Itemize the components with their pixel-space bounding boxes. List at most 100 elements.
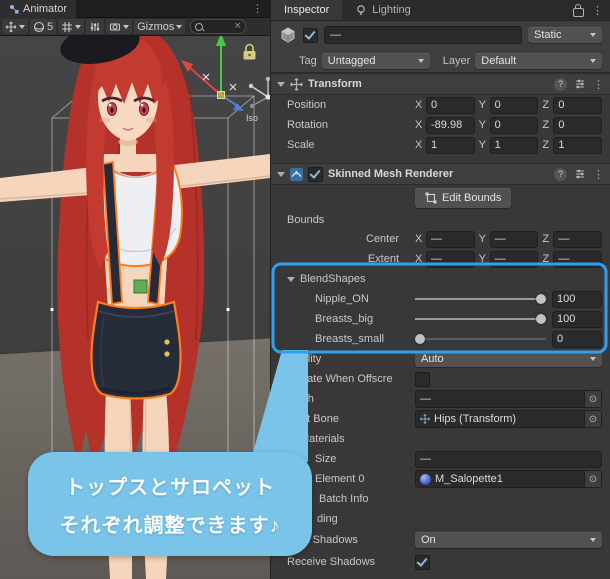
center-z-field[interactable]: — (553, 230, 603, 248)
blendshape-row-breasts-small: Breasts_small 0 (271, 329, 610, 349)
rotation-z-field[interactable]: 0 (553, 116, 603, 134)
active-checkbox[interactable] (303, 27, 318, 43)
rotation-y-field[interactable]: 0 (489, 116, 539, 134)
gizmos-label: Gizmos (137, 20, 175, 33)
foldout-arrow-icon[interactable] (277, 81, 285, 87)
size-field[interactable]: — (415, 450, 602, 468)
position-z-field[interactable]: 0 (553, 96, 603, 114)
object-picker-icon[interactable]: ⊙ (584, 411, 601, 427)
foldout-arrow-icon[interactable] (277, 171, 285, 177)
axis-x-label: X (415, 253, 423, 265)
gizmos-dropdown[interactable]: Gizmos (134, 19, 186, 34)
draw-mode-button[interactable] (2, 19, 28, 34)
slider-thumb[interactable] (536, 314, 546, 324)
position-y-field[interactable]: 0 (489, 96, 539, 114)
blendshape-value-field[interactable]: 100 (552, 290, 602, 308)
bounds-center-row: Center X — Y — Z — (271, 229, 610, 249)
tag-dropdown[interactable]: Untagged (321, 52, 430, 69)
tab-lighting-label: Lighting (372, 4, 411, 16)
quality-value: Auto (421, 353, 444, 365)
component-menu-icon[interactable]: ⋮ (593, 78, 604, 91)
tab-lighting[interactable]: Lighting (342, 0, 424, 20)
edit-bounds-button[interactable]: Edit Bounds (415, 188, 512, 208)
blendshape-value-field[interactable]: 100 (552, 310, 602, 328)
anchor-gizmo[interactable] (133, 279, 148, 294)
blendshapes-foldout-row[interactable]: BlendShapes (271, 269, 610, 289)
foldout-arrow-icon[interactable] (287, 276, 295, 282)
component-enabled-checkbox[interactable] (308, 166, 323, 182)
slider-fill (415, 318, 546, 320)
blendshape-value-field[interactable]: 0 (552, 330, 602, 348)
update-when-offscreen-checkbox[interactable] (415, 371, 430, 387)
caret-down-icon (123, 24, 130, 29)
tab-inspector[interactable]: Inspector (271, 0, 343, 20)
object-picker-icon[interactable]: ⊙ (584, 391, 601, 407)
tag-label: Tag (299, 54, 317, 67)
inspector-lock-icon[interactable] (573, 3, 584, 17)
scene-search-input[interactable]: × (190, 19, 247, 34)
axis-z-label: Z (542, 253, 550, 265)
blendshape-label: Breasts_big (315, 313, 374, 325)
extent-y-field[interactable]: — (489, 250, 539, 268)
extent-x-field[interactable]: — (426, 250, 475, 268)
shading-count-button[interactable]: 5 (30, 19, 57, 34)
gameobject-cube-icon (281, 27, 295, 43)
layer-dropdown[interactable]: Default (475, 52, 602, 69)
element0-object-field[interactable]: M_Salopette1 ⊙ (415, 470, 602, 488)
skinned-mesh-renderer-header[interactable]: Skinned Mesh Renderer ? ⋮ (271, 163, 610, 185)
tab-animator[interactable]: Animator (0, 0, 77, 18)
extent-z-field[interactable]: — (553, 250, 603, 268)
root-bone-object-field[interactable]: Hips (Transform) ⊙ (415, 410, 602, 428)
materials-foldout-row[interactable]: Materials (271, 429, 610, 449)
scene-toolbar: 5 Gizmos × (0, 18, 270, 36)
blendshape-slider[interactable] (415, 291, 546, 307)
clear-search-icon[interactable]: × (234, 22, 242, 31)
inspector-tab-bar: Inspector Lighting ⋮ (271, 0, 610, 21)
position-label: Position (287, 99, 327, 111)
inspector-menu-icon[interactable]: ⋮ (592, 4, 603, 17)
scale-z-field[interactable]: 1 (553, 136, 603, 154)
update-when-offscreen-label: Update When Offscre (287, 373, 393, 385)
mesh-label: Mesh (287, 393, 314, 405)
camera-button[interactable] (106, 19, 133, 34)
object-picker-icon[interactable]: ⊙ (584, 471, 601, 487)
blendshape-slider[interactable] (415, 311, 546, 327)
center-x-field[interactable]: — (426, 230, 475, 248)
blendshape-slider[interactable] (415, 331, 546, 347)
quality-dropdown[interactable]: Auto (415, 351, 602, 367)
layer-value: Default (481, 54, 517, 67)
slider-thumb[interactable] (536, 294, 546, 304)
rotation-row: Rotation X -89.98 Y0 Z0 (271, 115, 610, 135)
receive-shadows-checkbox[interactable] (415, 554, 430, 570)
presets-icon[interactable] (574, 78, 586, 90)
axis-z-label: Z (542, 99, 550, 111)
static-dropdown[interactable]: Static (528, 27, 602, 43)
scale-y-field[interactable]: 1 (489, 136, 539, 154)
help-icon[interactable]: ? (554, 167, 567, 181)
component-menu-icon[interactable]: ⋮ (593, 168, 604, 181)
bounds-label: Bounds (287, 214, 325, 226)
transform-header[interactable]: Transform ? ⋮ (271, 73, 610, 95)
slider-thumb[interactable] (415, 334, 425, 344)
help-icon[interactable]: ? (554, 77, 567, 91)
scale-x-field[interactable]: 1 (426, 136, 475, 154)
tab-menu-icon[interactable]: ⋮ (245, 2, 270, 15)
blendshape-row-breasts-big: Breasts_big 100 (271, 309, 610, 329)
edit-bounds-row: Edit Bounds (271, 185, 610, 211)
rotation-x-field[interactable]: -89.98 (426, 116, 475, 134)
slider-fill (415, 298, 546, 300)
slider-track (415, 338, 546, 340)
cast-shadows-dropdown[interactable]: On (415, 532, 602, 548)
edit-bounds-label: Edit Bounds (442, 192, 502, 204)
position-x-field[interactable]: 0 (426, 96, 475, 114)
grid-button[interactable] (58, 19, 85, 34)
inspector-panel: Inspector Lighting ⋮ — Static Tag Untagg… (270, 0, 610, 579)
smr-header-actions: ? ⋮ (554, 167, 604, 181)
mesh-object-field[interactable]: — ⊙ (415, 390, 602, 408)
presets-icon[interactable] (574, 168, 586, 180)
gameobject-name-field[interactable]: — (324, 26, 522, 44)
audio-mixer-button[interactable] (86, 19, 105, 34)
foldout-arrow-icon[interactable] (287, 436, 295, 442)
iso-projection-label[interactable]: Iso (246, 113, 258, 123)
center-y-field[interactable]: — (489, 230, 539, 248)
